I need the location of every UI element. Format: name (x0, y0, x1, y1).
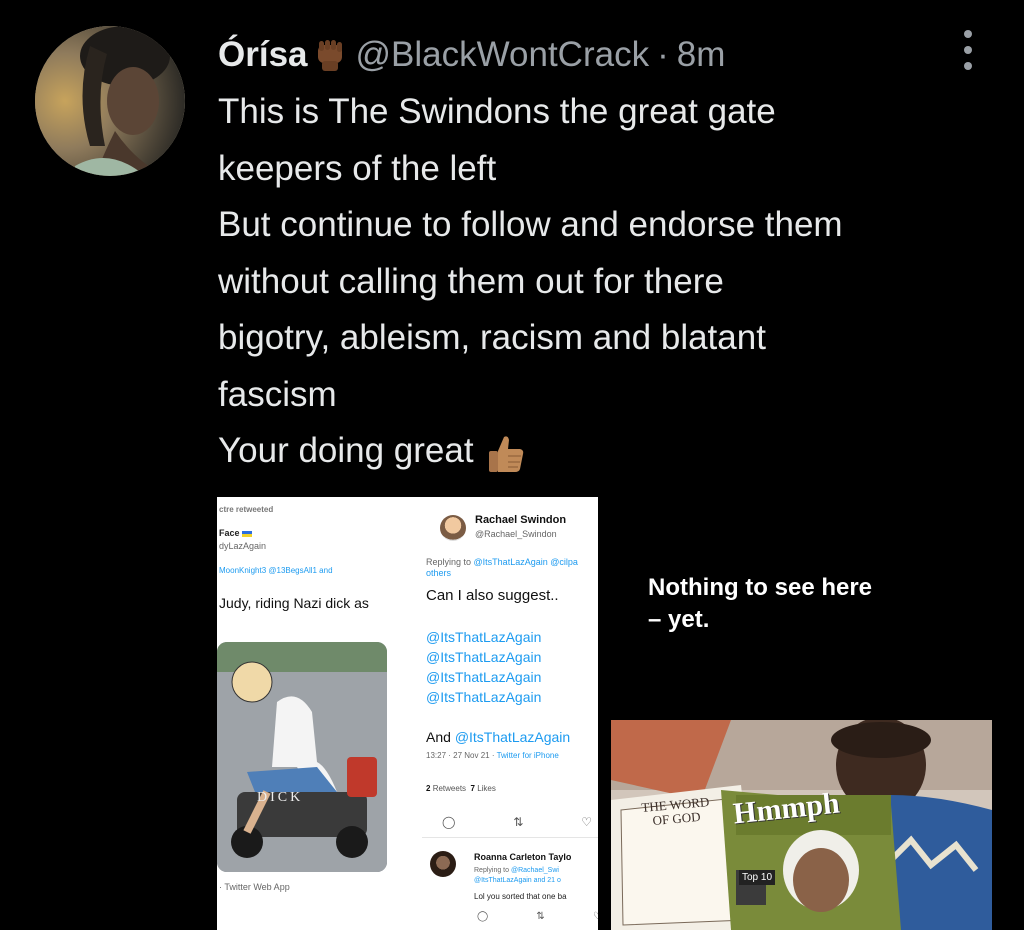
tweet-line: keepers of the left (218, 148, 497, 188)
tweet-line: without calling them out for there (218, 261, 724, 301)
caption-line: – yet. (648, 606, 710, 633)
reply2-user[interactable]: @Rachael_Swi (511, 867, 559, 874)
reply-icon[interactable]: ◯ (477, 911, 488, 922)
retweeted-label: ctre retweeted (219, 505, 274, 514)
rachael-avatar[interactable] (440, 515, 466, 541)
retweet-icon[interactable]: ⇅ (513, 815, 523, 829)
and-mention[interactable]: @ItsThatLazAgain (455, 729, 570, 745)
caption-line: Nothing to see here (648, 574, 873, 601)
tweet-line: Your doing great (218, 431, 474, 470)
reply-users: MoonKnight3 @13BegsAll1 and (219, 566, 333, 575)
separator-dot: · (657, 35, 669, 74)
author-name[interactable]: Órísa (218, 35, 308, 75)
tweet-time[interactable]: 8m (677, 35, 726, 75)
retweets-label[interactable]: Retweets (433, 784, 466, 793)
author-handle[interactable]: @BlackWontCrack (356, 35, 650, 75)
thumbs-up-icon (484, 431, 528, 475)
retweet-icon[interactable]: ⇅ (536, 911, 544, 922)
mention-link[interactable]: @ItsThatLazAgain (426, 667, 541, 687)
rs-stats: 2 Retweets 7 Likes (426, 784, 496, 793)
replying-others[interactable]: others (426, 568, 451, 578)
face-name: Face (219, 528, 252, 538)
photo-overlay-text: DICK (257, 790, 304, 805)
roanna-avatar[interactable] (430, 851, 456, 877)
rs-actions: ◯ ⇅ ♡ (442, 815, 592, 829)
more-dot (964, 30, 972, 38)
rachael-handle[interactable]: @Rachael_Swindon (475, 529, 557, 539)
like-icon[interactable]: ♡ (593, 911, 598, 922)
ro-actions: ◯ ⇅ ♡ (477, 911, 598, 922)
meme-caption: Nothing to see here – yet. (648, 572, 872, 636)
replying-prefix: Replying to (426, 557, 472, 567)
and-line: And @ItsThatLazAgain (426, 729, 570, 745)
mention-link[interactable]: @ItsThatLazAgain (426, 647, 541, 667)
more-dot (964, 62, 972, 70)
and-word: And (426, 729, 451, 745)
likes-count: 7 (470, 784, 475, 793)
roanna-name[interactable]: Roanna Carleton Taylo (474, 852, 571, 862)
rs-timestamp: 13:27 · 27 Nov 21 · Twitter for iPhone (426, 751, 559, 760)
tweet-image-screenshot[interactable]: ctre retweeted Face dyLazAgain MoonKnigh… (217, 497, 598, 930)
more-dot (964, 46, 972, 54)
face-name-text: Face (219, 528, 240, 538)
author-avatar[interactable] (35, 26, 185, 176)
retweet-column: ctre retweeted Face dyLazAgain MoonKnigh… (217, 497, 417, 930)
meme-image[interactable]: THE WORD OF GOD Hmmph Top 10 (611, 720, 992, 930)
go-kart-photo[interactable]: DICK (217, 642, 387, 872)
divider (422, 837, 598, 838)
like-icon[interactable]: ♡ (581, 815, 592, 829)
twitter-web-app-label: · Twitter Web App (219, 882, 290, 892)
likes-label[interactable]: Likes (477, 784, 496, 793)
top10-badge: Top 10 (739, 870, 776, 885)
tweet-line-last: Your doing great (218, 423, 1008, 480)
roanna-text: Lol you sorted that one ba (474, 892, 567, 901)
replying-to: Replying to @ItsThatLazAgain @cilpa othe… (426, 557, 598, 579)
mentions-list: @ItsThatLazAgain @ItsThatLazAgain @ItsTh… (426, 627, 541, 707)
roanna-replying: Replying to @Rachael_Swi @ItsThatLazAgai… (474, 866, 561, 886)
tweet-line: bigotry, ableism, racism and blatant (218, 318, 766, 357)
mention-link[interactable]: @ItsThatLazAgain (426, 687, 541, 707)
tweet-line: fascism (218, 374, 337, 414)
lazagain-handle: dyLazAgain (219, 541, 267, 551)
timestamp-text: 13:27 · 27 Nov 21 · (426, 751, 495, 760)
raised-fist-icon (312, 37, 348, 73)
rachael-name[interactable]: Rachael Swindon (475, 514, 566, 526)
tweet-line: But continue to follow and endorse them (218, 205, 843, 244)
retweets-count: 2 (426, 784, 431, 793)
replying-users[interactable]: @ItsThatLazAgain @cilpa (474, 557, 578, 567)
ukraine-flag-icon (241, 530, 252, 537)
rachael-swindon-column: Rachael Swindon @Rachael_Swindon Replyin… (422, 497, 598, 930)
tweet-header: Órísa @BlackWontCrack · 8m (218, 30, 725, 80)
judy-text: Judy, riding Nazi dick as (219, 595, 369, 611)
tweet-line: This is The Swindons the great gate (218, 92, 776, 131)
reply2-prefix: Replying to (474, 867, 510, 874)
tweet-text: This is The Swindons the great gate keep… (218, 84, 1008, 480)
via-app[interactable]: Twitter for iPhone (497, 751, 559, 760)
more-options-icon[interactable] (958, 30, 978, 70)
reply-icon[interactable]: ◯ (442, 815, 455, 829)
suggest-text: Can I also suggest.. (426, 587, 559, 604)
reply2-more[interactable]: @ItsThatLazAgain and 21 o (474, 877, 561, 884)
mention-link[interactable]: @ItsThatLazAgain (426, 627, 541, 647)
